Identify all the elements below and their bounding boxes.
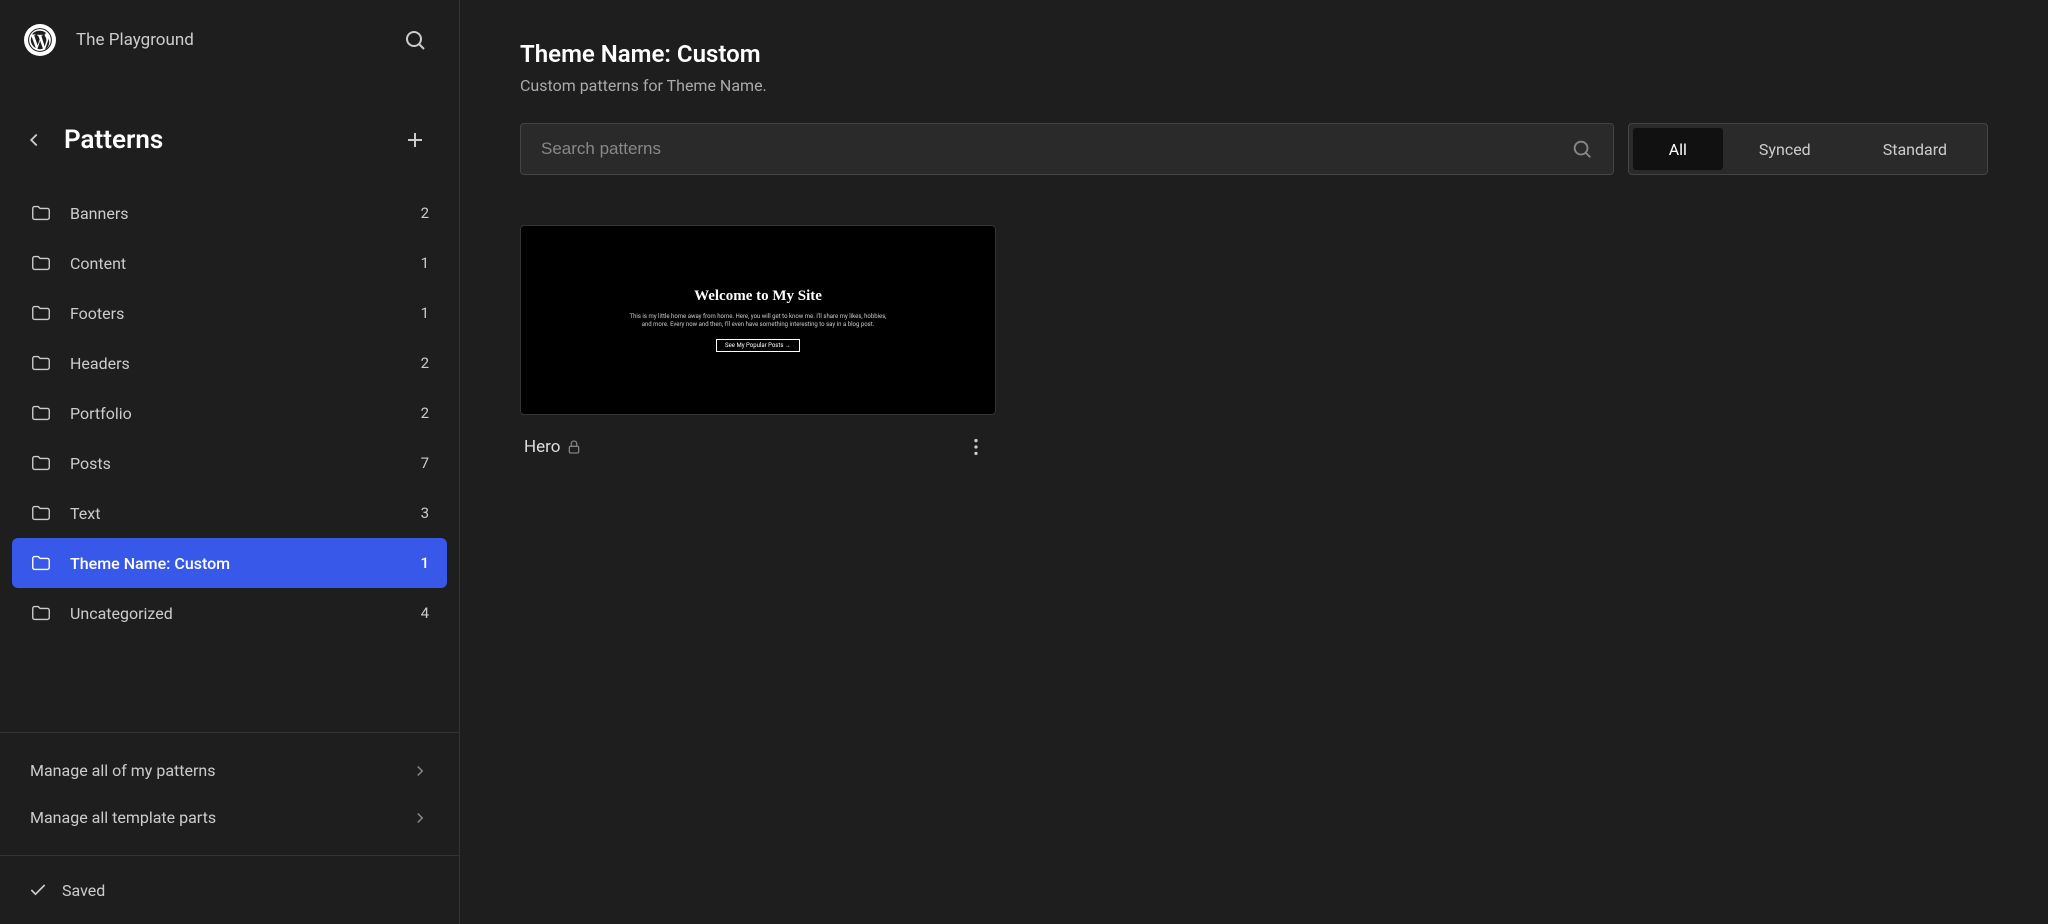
category-count: 1: [421, 254, 429, 272]
manage-link-label: Manage all of my patterns: [30, 761, 215, 780]
category-count: 7: [421, 454, 429, 472]
folder-icon: [30, 252, 52, 274]
chevron-right-icon: [411, 809, 429, 827]
category-item[interactable]: Uncategorized 4: [12, 588, 447, 638]
page-title: Theme Name: Custom: [520, 40, 1988, 68]
category-item[interactable]: Theme Name: Custom 1: [12, 538, 447, 588]
pattern-card: Welcome to My Site This is my little home…: [520, 225, 996, 463]
panel-title: Patterns: [64, 125, 395, 155]
category-count: 2: [421, 404, 429, 422]
wordpress-logo-icon[interactable]: [24, 24, 56, 56]
page-description: Custom patterns for Theme Name.: [520, 76, 1988, 95]
category-count: 2: [421, 204, 429, 222]
folder-icon: [30, 352, 52, 374]
preview-body: This is my little home away from home. H…: [628, 313, 888, 330]
category-label: Footers: [70, 304, 124, 323]
category-label: Posts: [70, 454, 111, 473]
check-icon: [28, 880, 48, 900]
plus-icon: [403, 128, 427, 152]
pattern-name[interactable]: Hero: [524, 437, 560, 457]
pattern-footer: Hero: [520, 415, 996, 463]
folder-icon: [30, 552, 52, 574]
category-label: Content: [70, 254, 126, 273]
search-icon: [403, 28, 427, 52]
category-count: 4: [421, 604, 429, 622]
folder-icon: [30, 602, 52, 624]
open-command-palette-button[interactable]: [395, 20, 435, 60]
category-label: Banners: [70, 204, 129, 223]
category-label: Text: [70, 504, 100, 523]
pattern-actions-button[interactable]: [960, 431, 992, 463]
controls-row: AllSyncedStandard: [520, 123, 1988, 175]
panel-header: Patterns: [0, 80, 459, 180]
category-item[interactable]: Text 3: [12, 488, 447, 538]
back-button[interactable]: [14, 120, 54, 160]
category-item[interactable]: Headers 2: [12, 338, 447, 388]
pattern-grid: Welcome to My Site This is my little home…: [520, 225, 1988, 463]
more-vertical-icon: [965, 436, 987, 458]
folder-icon: [30, 452, 52, 474]
category-label: Portfolio: [70, 404, 132, 423]
sidebar-header: The Playground: [0, 0, 459, 80]
category-count: 2: [421, 354, 429, 372]
manage-link[interactable]: Manage all template parts: [12, 794, 447, 841]
manage-section: Manage all of my patterns Manage all temp…: [0, 732, 459, 855]
folder-icon: [30, 502, 52, 524]
create-pattern-button[interactable]: [395, 120, 435, 160]
folder-icon: [30, 202, 52, 224]
category-item[interactable]: Banners 2: [12, 188, 447, 238]
folder-icon: [30, 302, 52, 324]
preview-title: Welcome to My Site: [694, 288, 822, 305]
pattern-preview[interactable]: Welcome to My Site This is my little home…: [520, 225, 996, 415]
filter-tab-synced[interactable]: Synced: [1723, 128, 1847, 170]
manage-link-label: Manage all template parts: [30, 808, 216, 827]
manage-link[interactable]: Manage all of my patterns: [12, 747, 447, 794]
site-title[interactable]: The Playground: [76, 30, 194, 50]
category-item[interactable]: Portfolio 2: [12, 388, 447, 438]
chevron-left-icon: [23, 129, 45, 151]
main-content: Theme Name: Custom Custom patterns for T…: [460, 0, 2048, 924]
saved-label: Saved: [62, 881, 105, 900]
category-item[interactable]: Footers 1: [12, 288, 447, 338]
category-list: Banners2Content1Footers1Headers2Portfoli…: [0, 180, 459, 724]
sidebar: The Playground Patterns Banners 2 Content 1…: [0, 0, 460, 924]
category-label: Theme Name: Custom: [70, 554, 230, 573]
search-patterns-box[interactable]: [520, 123, 1614, 175]
category-count: 1: [420, 554, 429, 572]
folder-icon: [30, 402, 52, 424]
search-input[interactable]: [541, 139, 1571, 159]
preview-button: See My Popular Posts →: [716, 339, 800, 352]
category-item[interactable]: Posts 7: [12, 438, 447, 488]
category-label: Headers: [70, 354, 130, 373]
category-label: Uncategorized: [70, 604, 173, 623]
save-status[interactable]: Saved: [0, 855, 459, 924]
category-item[interactable]: Content 1: [12, 238, 447, 288]
category-count: 1: [421, 304, 429, 322]
chevron-right-icon: [411, 762, 429, 780]
filter-tab-all[interactable]: All: [1633, 128, 1723, 170]
category-count: 3: [421, 504, 429, 522]
lock-icon: [566, 439, 582, 455]
search-icon: [1571, 138, 1593, 160]
sync-filter-tabs: AllSyncedStandard: [1628, 123, 1988, 175]
filter-tab-standard[interactable]: Standard: [1847, 128, 1983, 170]
